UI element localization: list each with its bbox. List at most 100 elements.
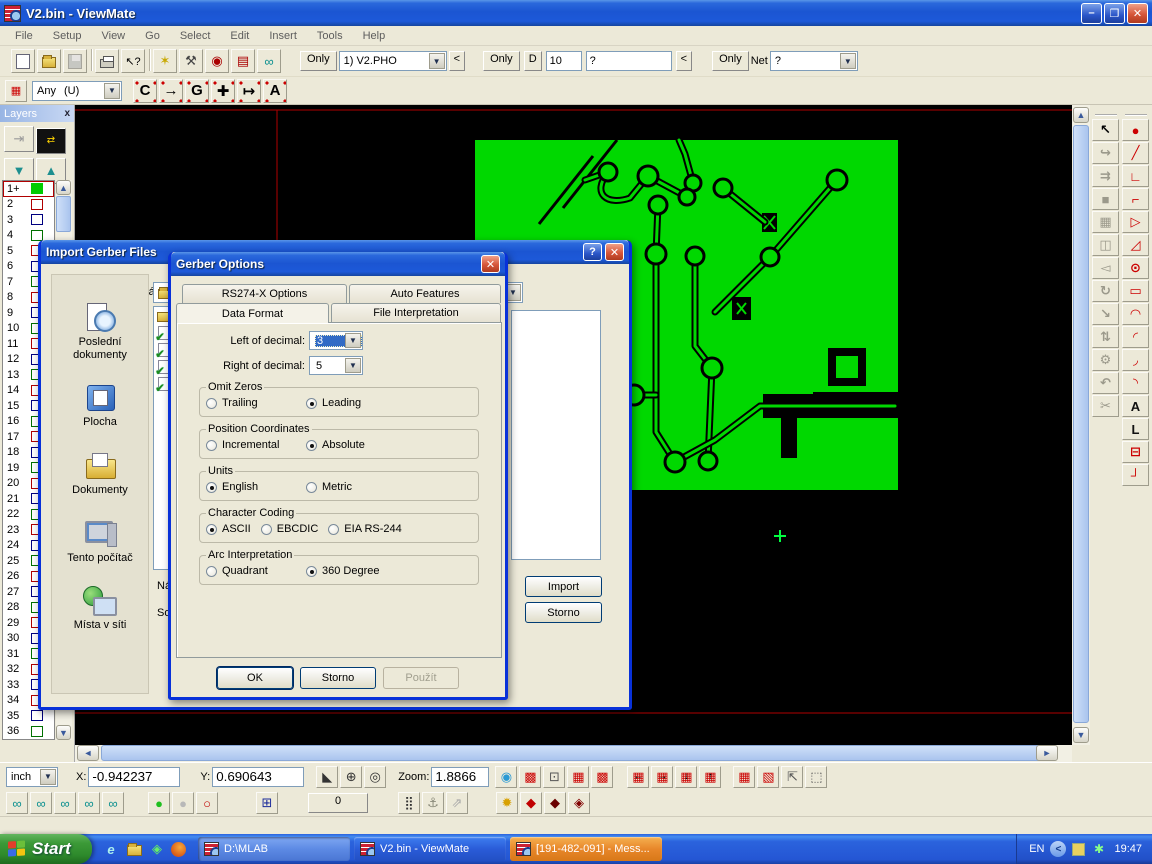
letter-tool-button[interactable]: A [263,79,287,103]
only-dcode-button[interactable]: Only [483,51,520,71]
save-file-button[interactable] [63,49,87,73]
chevron-down-icon[interactable]: ▼ [345,333,361,348]
left-of-decimal-combo[interactable]: 3 ▼ [309,331,363,350]
view-tool-button[interactable]: ⬚ [805,766,827,788]
radio-icon[interactable] [206,482,217,493]
scroll-up-icon[interactable]: ▲ [1073,107,1089,123]
import-close-button[interactable]: ✕ [605,243,624,261]
letter-tool-button[interactable]: G [185,79,209,103]
draw-tool-button[interactable]: ◜ [1122,326,1149,348]
tab-rs274x-options[interactable]: RS274-X Options [182,284,347,303]
chevron-down-icon[interactable]: ▼ [104,83,120,99]
letter-tool-button[interactable]: → [159,79,183,103]
radio-icon[interactable] [306,398,317,409]
radio-option[interactable]: ASCII [206,523,251,535]
net-filter-combo[interactable]: ? ▼ [770,51,858,71]
menu-item[interactable]: Help [354,28,395,44]
radio-option[interactable]: Incremental [206,439,296,451]
draw-tool-button[interactable]: ◿ [1122,234,1149,256]
radio-icon[interactable] [261,524,272,535]
ok-button[interactable]: OK [217,667,293,689]
dcode-query-input[interactable] [586,51,672,71]
gerber-options-close-button[interactable]: ✕ [481,255,500,273]
scroll-right-icon[interactable]: ► [1036,745,1058,761]
radio-option[interactable]: Absolute [306,439,396,451]
zoom-tool-button[interactable]: ▩ [591,766,613,788]
draw-tool-button[interactable]: ◠ [1122,303,1149,325]
draw-tool-button[interactable]: ∟ [1122,165,1149,187]
layer-row[interactable]: 3 [3,212,54,228]
radio-option[interactable]: Trailing [206,397,296,409]
draw-tool-button[interactable]: ◞ [1122,349,1149,371]
edit-tool-button[interactable]: ✂ [1092,395,1119,417]
place-item[interactable]: Poslední dokumenty [54,303,146,361]
edit-tool-button[interactable]: ↖ [1092,119,1119,141]
chevron-down-icon[interactable]: ▼ [40,769,56,785]
layer-back-button[interactable]: < [449,51,465,71]
menu-item[interactable]: Go [136,28,169,44]
internet-explorer-icon[interactable]: e [102,840,120,858]
edit-tool-button[interactable]: ↶ [1092,372,1119,394]
radio-icon[interactable] [306,440,317,451]
layers-close-icon[interactable]: x [64,108,70,119]
radio-icon[interactable] [328,524,339,535]
edit-tool-button[interactable]: ◅ [1092,257,1119,279]
chevron-down-icon[interactable]: ▼ [345,358,361,373]
edit-tool-button[interactable]: ↘ [1092,303,1119,325]
status-tool-button[interactable]: ◎ [364,766,386,788]
zoom-tool-button[interactable]: ◉ [495,766,517,788]
menu-item[interactable]: Select [171,28,220,44]
grid-tool-button[interactable]: ⣿ [398,792,420,814]
layer-scroll-down-icon[interactable]: ▼ [56,725,71,740]
edit-tool-button[interactable]: ⚙ [1092,349,1119,371]
toolbar-button[interactable]: ⚒ [179,49,203,73]
cancel-button[interactable]: Storno [300,667,376,689]
edit-tool-button[interactable]: ■ [1092,188,1119,210]
dcode-button[interactable]: D [524,51,542,71]
restore-button[interactable]: ❐ [1104,3,1125,24]
display-mode-button[interactable]: ∞ [78,792,100,814]
tab-file-interpretation[interactable]: File Interpretation [331,303,501,322]
menu-item[interactable]: Setup [44,28,91,44]
draw-tool-button[interactable]: L [1122,418,1149,440]
place-item[interactable]: Místa v síti [54,586,146,632]
pan-button[interactable]: ▦→ [651,766,673,788]
chevron-down-icon[interactable]: ▼ [429,53,445,69]
dcode-value-input[interactable] [546,51,582,71]
layer-color-swatch[interactable] [31,726,43,737]
folder-shortcut-icon[interactable] [125,840,143,858]
place-item[interactable]: Tento počítač [54,519,146,565]
radio-option[interactable]: Leading [306,397,396,409]
place-item[interactable]: Dokumenty [54,451,146,497]
menu-item[interactable]: View [92,28,134,44]
menu-item[interactable]: Tools [308,28,352,44]
toolbar-button[interactable]: ∞ [257,49,281,73]
display-mode-button[interactable]: ∞ [102,792,124,814]
menu-item[interactable]: Insert [260,28,306,44]
unit-combo[interactable]: inch ▼ [6,767,58,787]
view-tool-button[interactable]: ⇱ [781,766,803,788]
selection-mode-button[interactable]: ▦ [5,80,27,102]
new-file-button[interactable] [11,49,35,73]
pan-button[interactable]: ▦↓ [675,766,697,788]
toolbar-button[interactable]: ◉ [205,49,229,73]
layer-scroll-thumb[interactable] [56,196,71,232]
draw-tool-button[interactable]: ● [1122,119,1149,141]
taskbar-task-button[interactable]: [191-482-091] - Mess... [510,837,662,861]
layer-row[interactable]: 35 [3,708,54,724]
draw-tool-button[interactable]: ⊟ [1122,441,1149,463]
right-of-decimal-combo[interactable]: 5 ▼ [309,356,363,375]
layer-send-button[interactable]: ⇥ [4,126,34,152]
open-file-button[interactable] [37,49,61,73]
import-button[interactable]: Import [525,576,602,597]
zoom-tool-button[interactable]: ▦ [567,766,589,788]
gerber-options-title-bar[interactable]: Gerber Options ✕ [171,252,505,276]
horizontal-scrollbar[interactable]: ◄ ► [75,745,1072,762]
firefox-icon[interactable] [171,842,186,857]
messenger-tray-icon[interactable]: ✱ [1091,842,1106,857]
layer-color-swatch[interactable] [31,710,43,721]
green-app-icon[interactable]: ◈ [148,840,166,858]
radio-option[interactable]: EIA RS-244 [328,523,401,535]
taskbar-task-button[interactable]: V2.bin - ViewMate [354,837,506,861]
tab-auto-features[interactable]: Auto Features [349,284,501,303]
